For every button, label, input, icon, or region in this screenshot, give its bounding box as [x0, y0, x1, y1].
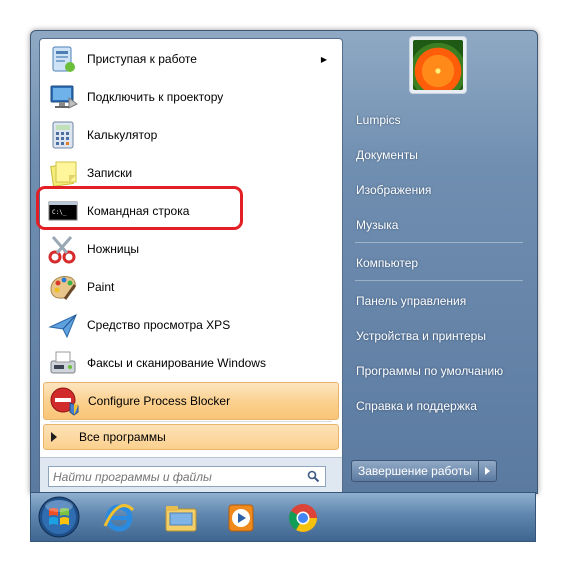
getting-started-icon — [47, 43, 79, 75]
program-item-process-blocker[interactable]: Configure Process Blocker — [43, 382, 339, 420]
program-item-getting-started[interactable]: Приступая к работе ▶ — [43, 40, 339, 78]
search-input[interactable] — [49, 468, 295, 485]
link-computer[interactable]: Компьютер — [356, 256, 418, 270]
paint-icon — [47, 271, 79, 303]
xps-viewer-icon — [47, 309, 79, 341]
search-box[interactable] — [48, 466, 326, 487]
link-default-programs[interactable]: Программы по умолчанию — [356, 364, 503, 378]
program-item-xps-viewer[interactable]: Средство просмотра XPS — [43, 306, 339, 344]
start-orb-icon[interactable] — [35, 493, 83, 541]
link-control-panel[interactable]: Панель управления — [356, 294, 466, 308]
start-menu: Приступая к работе ▶ Подключить к проект… — [30, 30, 538, 495]
program-item-fax-scan[interactable]: Факсы и сканирование Windows — [43, 344, 339, 382]
link-music[interactable]: Музыка — [356, 218, 398, 232]
flower-image — [413, 40, 463, 90]
link-help-support[interactable]: Справка и поддержка — [356, 399, 477, 413]
user-picture[interactable] — [409, 36, 467, 94]
program-label: Paint — [87, 280, 115, 294]
program-label: Средство просмотра XPS — [87, 318, 231, 332]
chrome-icon[interactable] — [283, 498, 323, 538]
link-documents[interactable]: Документы — [356, 148, 418, 162]
taskbar — [30, 492, 536, 542]
program-item-projector[interactable]: Подключить к проектору — [43, 78, 339, 116]
sticky-notes-icon — [47, 157, 79, 189]
scissors-icon — [47, 233, 79, 265]
all-programs-button[interactable]: Все программы — [43, 424, 339, 450]
divider — [50, 421, 332, 422]
program-label: Configure Process Blocker — [88, 394, 231, 408]
right-pane: Lumpics Документы Изображения Музыка Ком… — [343, 31, 537, 493]
program-label: Факсы и сканирование Windows — [87, 356, 266, 370]
program-label: Записки — [87, 166, 133, 180]
program-label: Приступая к работе — [87, 52, 197, 66]
program-item-scissors[interactable]: Ножницы — [43, 230, 339, 268]
media-player-icon[interactable] — [221, 498, 261, 538]
link-user-folder[interactable]: Lumpics — [356, 113, 401, 127]
divider — [355, 280, 523, 281]
program-label: Подключить к проектору — [87, 90, 224, 104]
triangle-right-icon — [51, 432, 57, 442]
link-devices-printers[interactable]: Устройства и принтеры — [356, 329, 486, 343]
shutdown-options-arrow-icon[interactable] — [478, 460, 497, 482]
highlight-outline — [36, 186, 243, 230]
link-pictures[interactable]: Изображения — [356, 183, 431, 197]
divider — [355, 242, 523, 243]
program-item-paint[interactable]: Paint — [43, 268, 339, 306]
calculator-icon — [47, 119, 79, 151]
submenu-arrow-icon: ▶ — [320, 54, 327, 64]
search-icon[interactable] — [307, 470, 320, 483]
explorer-folder-icon[interactable] — [161, 498, 201, 538]
shutdown-group: Завершение работы — [351, 460, 497, 482]
internet-explorer-icon[interactable] — [99, 498, 139, 538]
program-item-calculator[interactable]: Калькулятор — [43, 116, 339, 154]
programs-pane: Приступая к работе ▶ Подключить к проект… — [39, 38, 343, 495]
projector-icon — [47, 81, 79, 113]
program-label: Калькулятор — [87, 128, 158, 142]
fax-scan-icon — [47, 347, 79, 379]
shutdown-button[interactable]: Завершение работы — [351, 460, 479, 482]
all-programs-label: Все программы — [79, 430, 166, 444]
search-area — [40, 457, 342, 494]
program-label: Ножницы — [87, 242, 140, 256]
process-blocker-icon — [48, 385, 80, 417]
